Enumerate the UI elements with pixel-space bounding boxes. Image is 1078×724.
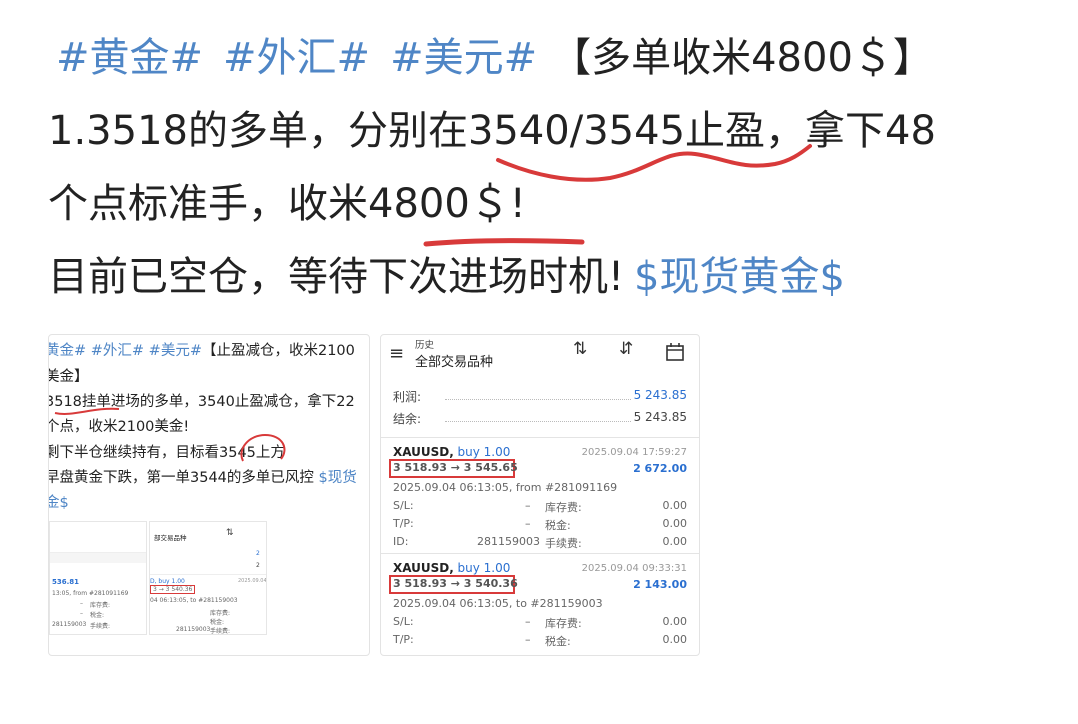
trade2-time: 2025.09.04 09:33:31 <box>581 563 687 574</box>
thumb1-line-4: 个点，收米2100美金! <box>48 419 190 435</box>
mini-right-v2: 2 <box>256 562 260 569</box>
trade2-side: buy 1.00 <box>457 561 511 575</box>
mini-right-sym: D, buy 1.00 <box>150 578 185 585</box>
mini-right-price: 3 → 3 540.36 <box>150 585 196 594</box>
thumb1-hashtag-end[interactable]: 金$ <box>49 495 69 511</box>
trade1-swap: 0.00 <box>662 499 688 512</box>
post-line-4: 目前已空仓，等待下次进场时机! $现货黄金$ <box>48 241 1048 314</box>
thumb1-line-7: 金$ <box>49 491 69 512</box>
calendar-icon[interactable] <box>665 342 685 362</box>
trade2-symbol: XAUUSD, <box>393 561 454 575</box>
thumbnail-trade-history[interactable]: ≡ 历史 全部交易品种 ⇅ ⇵ 利润: 5 243.85 结余: 5 243.8… <box>380 334 700 656</box>
history-header: ≡ 历史 全部交易品种 ⇅ ⇵ <box>381 335 699 385</box>
mini-right-v1: 2 <box>256 550 260 557</box>
trade1-profit: 2 672.00 <box>633 462 687 475</box>
mini-right-id: 281159003 <box>176 626 211 633</box>
post-line-1: #黄金# #外汇# #美元# 【多单收米4800＄】 <box>48 22 1048 95</box>
mini-left-profit: 536.81 <box>52 578 80 586</box>
trade1-fee-label: 手续费: <box>545 537 582 550</box>
thumb1-line-6: 早盘黄金下跌，第一单3544的多单已风控 $现货 <box>48 466 357 487</box>
profit-label: 利润: <box>393 390 422 404</box>
divider-2 <box>381 553 699 554</box>
trade1-tax-label: 税金: <box>545 519 571 532</box>
trade1-sl: – <box>525 499 531 512</box>
thumb1-tags: 黄金# #外汇# #美元# <box>48 343 202 359</box>
trade2-profit: 2 143.00 <box>633 578 687 591</box>
trade2-swap: 0.00 <box>662 615 688 628</box>
trade2-sl-label: S/L: <box>393 615 414 628</box>
balance-label: 结余: <box>393 412 422 426</box>
trade1-time: 2025.09.04 17:59:27 <box>581 447 687 458</box>
trade1-price: 3 518.93 → 3 545.65 <box>393 461 518 474</box>
header-title: 全部交易品种 <box>415 355 494 370</box>
trade2-tax: 0.00 <box>662 633 688 646</box>
thumb1-mini-screenshot-left: 536.81 13:05, from #281091169 – 库存费: – 税… <box>49 521 147 635</box>
trade-row-2[interactable]: XAUUSD, buy 1.00 2025.09.04 09:33:31 3 5… <box>381 555 699 655</box>
trade1-tp-label: T/P: <box>393 517 414 530</box>
thumb1-mini-screenshot-right: 部交易品种 ⇅ 2 2 D, buy 1.00 2025.09.04 3 → 3… <box>149 521 267 635</box>
mini-left-dash1: – <box>80 600 83 607</box>
trade1-side: buy 1.00 <box>457 445 511 459</box>
thumb1-hashtag[interactable]: $现货 <box>319 470 357 486</box>
hashtag-spot-gold[interactable]: $现货黄金$ <box>634 254 845 300</box>
thumbnail-previous-post[interactable]: 黄金# #外汇# #美元#【止盈减仓，收米2100 美金】 3518挂单进场的多… <box>48 334 370 656</box>
mini-left-swap: 库存费: <box>90 602 111 609</box>
mini-left-tax: 税金: <box>90 612 105 619</box>
post-headline: 【多单收米4800＄】 <box>551 35 933 81</box>
trade2-sl: – <box>525 615 531 628</box>
mini-left-id: 281159003 <box>52 621 87 628</box>
mini-right-date: 2025.09.04 <box>238 578 267 584</box>
trade1-open: 2025.09.04 06:13:05, from #281091169 <box>393 481 618 494</box>
trade1-sl-label: S/L: <box>393 499 414 512</box>
mini-right-tax: 税金: <box>210 619 225 626</box>
hashtag-usd[interactable]: #美元# <box>390 35 537 81</box>
mini-sep <box>150 574 266 575</box>
trade-row-1[interactable]: XAUUSD, buy 1.00 2025.09.04 17:59:27 3 5… <box>381 439 699 551</box>
trade2-swap-label: 库存费: <box>545 617 582 630</box>
mini-right-swap: 库存费: <box>210 610 231 617</box>
thumb1-line-6-text: 早盘黄金下跌，第一单3544的多单已风控 <box>48 470 319 486</box>
thumb1-line-5: 剩下半仓继续持有，目标看3545上方 <box>48 445 285 461</box>
balance-leader <box>445 421 631 422</box>
mini-left-dash2: – <box>80 610 83 617</box>
trade1-id: 281159003 <box>477 535 540 548</box>
hashtag-forex[interactable]: #外汇# <box>223 35 370 81</box>
thumb1-line-1: 黄金# #外汇# #美元#【止盈减仓，收米2100 <box>48 339 355 360</box>
menu-icon[interactable]: ≡ <box>389 343 404 364</box>
trade2-price: 3 518.93 → 3 540.36 <box>393 577 518 590</box>
currency-icon[interactable]: ⇅ <box>573 339 587 359</box>
mini-left-from: 13:05, from #281091169 <box>52 590 129 597</box>
post-line-3: 个点标准手，收米4800＄! <box>48 181 526 227</box>
trade1-fee: 0.00 <box>662 535 688 548</box>
post-body: #黄金# #外汇# #美元# 【多单收米4800＄】 1.3518的多单，分别在354… <box>48 22 1048 314</box>
header-subtitle: 历史 <box>415 340 435 351</box>
mini-band <box>50 552 146 563</box>
trade2-open: 2025.09.04 06:13:05, to #281159003 <box>393 597 603 610</box>
trade1-swap-label: 库存费: <box>545 501 582 514</box>
mini-right-fee: 手续费: <box>210 628 231 635</box>
trade2-tax-label: 税金: <box>545 635 571 648</box>
mini-right-title: 部交易品种 <box>154 534 187 542</box>
balance-value: 5 243.85 <box>633 410 687 424</box>
profit-leader <box>445 399 631 400</box>
post-line-2: 1.3518的多单，分别在3540/3545止盈，拿下48 <box>48 108 936 154</box>
trade1-id-label: ID: <box>393 535 409 548</box>
thumb1-headline: 【止盈减仓，收米2100 <box>201 343 355 359</box>
mini-left-fee: 手续费: <box>90 623 111 630</box>
thumb1-line-2: 美金】 <box>48 369 89 385</box>
trade1-symbol: XAUUSD, <box>393 445 454 459</box>
trade2-tp-label: T/P: <box>393 633 414 646</box>
trade1-tax: 0.00 <box>662 517 688 530</box>
post-line-4-text: 目前已空仓，等待下次进场时机! <box>48 254 625 300</box>
trade2-tp: – <box>525 633 531 646</box>
profit-value: 5 243.85 <box>633 388 687 402</box>
trade1-tp: – <box>525 517 531 530</box>
mini-sort-icon: ⇅ <box>226 528 234 538</box>
mini-right-from: 04 06:13:05, to #281159003 <box>150 597 238 604</box>
thumb1-line-3: 3518挂单进场的多单，3540止盈减仓，拿下22 <box>48 394 355 410</box>
hashtag-gold[interactable]: #黄金# <box>56 35 203 81</box>
sort-icon[interactable]: ⇵ <box>619 339 633 359</box>
divider <box>381 437 699 438</box>
